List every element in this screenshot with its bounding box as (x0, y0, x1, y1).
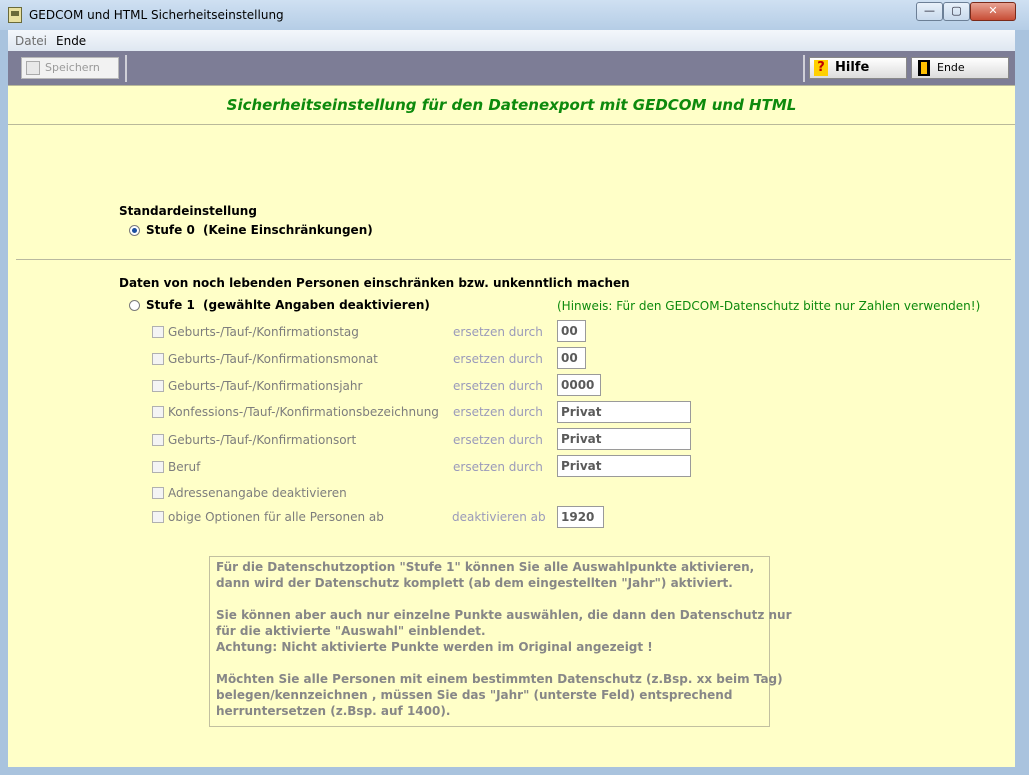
divider (16, 259, 1011, 260)
option-action: deaktivieren ab (452, 510, 546, 524)
page-title: Sicherheitseinstellung für den Datenexpo… (226, 96, 797, 114)
help-button[interactable]: ? Hilfe (809, 57, 907, 79)
help-button-label: Hilfe (835, 60, 870, 75)
option-label: Geburts-/Tauf-/Konfirmationsjahr (168, 379, 363, 393)
gedcom-hint: (Hinweis: Für den GEDCOM-Datenschutz bit… (557, 299, 981, 313)
option-action: ersetzen durch (453, 352, 543, 366)
exit-button[interactable]: Ende (911, 57, 1009, 79)
option-value-input[interactable]: 00 (557, 320, 586, 342)
option-label: obige Optionen für alle Personen ab (168, 510, 384, 524)
option-checkbox[interactable] (152, 511, 164, 523)
menu-ende[interactable]: Ende (56, 34, 86, 48)
option-action: ersetzen durch (453, 405, 543, 419)
app-icon (8, 7, 22, 23)
toolbar-separator (125, 55, 127, 82)
window-bottom-border (8, 767, 1015, 775)
info-line: Möchten Sie alle Personen mit einem best… (216, 672, 783, 686)
option-label: Beruf (168, 460, 201, 474)
close-button[interactable]: ✕ (970, 2, 1016, 21)
option-checkbox[interactable] (152, 406, 164, 418)
option-checkbox[interactable] (152, 380, 164, 392)
option-label: Geburts-/Tauf-/Konfirmationstag (168, 325, 359, 339)
option-value-input[interactable]: 1920 (557, 506, 604, 528)
exit-door-icon (918, 60, 930, 76)
toolbar-separator (803, 55, 805, 82)
option-action: ersetzen durch (453, 460, 543, 474)
option-label: Geburts-/Tauf-/Konfirmationsort (168, 433, 357, 447)
option-action: ersetzen durch (453, 379, 543, 393)
restrict-heading: Daten von noch lebenden Personen einschr… (119, 276, 630, 290)
stufe0-label[interactable]: Stufe 0 (146, 223, 195, 237)
stufe1-label[interactable]: Stufe 1 (146, 298, 195, 312)
stufe1-radio[interactable] (129, 300, 140, 311)
info-line: Sie können aber auch nur einzelne Punkte… (216, 608, 792, 622)
option-label: Adressenangabe deaktivieren (168, 486, 347, 500)
minimize-button[interactable]: — (916, 2, 943, 21)
help-icon: ? (814, 60, 828, 76)
standard-heading: Standardeinstellung (119, 204, 257, 218)
option-value-input[interactable]: Privat (557, 401, 691, 423)
menu-bar (8, 30, 1015, 51)
stufe1-description: (gewählte Angaben deaktivieren) (203, 298, 430, 312)
option-label: Konfessions-/Tauf-/Konfirmationsbezeichn… (168, 405, 439, 419)
info-line: herruntersetzen (z.Bsp. auf 1400). (216, 704, 451, 718)
save-button[interactable]: Speichern (21, 57, 119, 79)
info-line: Für die Datenschutzoption "Stufe 1" könn… (216, 560, 755, 574)
option-value-input[interactable]: Privat (557, 428, 691, 450)
info-line: belegen/kennzeichnen , müssen Sie das "J… (216, 688, 733, 702)
option-action: ersetzen durch (453, 433, 543, 447)
option-checkbox[interactable] (152, 353, 164, 365)
menu-datei[interactable]: Datei (15, 34, 47, 48)
exit-button-label: Ende (937, 61, 965, 74)
info-line: dann wird der Datenschutz komplett (ab d… (216, 576, 733, 590)
option-label: Geburts-/Tauf-/Konfirmationsmonat (168, 352, 378, 366)
option-checkbox[interactable] (152, 326, 164, 338)
maximize-button[interactable]: ▢ (943, 2, 970, 21)
option-value-input[interactable]: Privat (557, 455, 691, 477)
option-checkbox[interactable] (152, 487, 164, 499)
save-button-label: Speichern (45, 61, 100, 74)
save-icon (26, 61, 40, 75)
stufe0-radio[interactable] (129, 225, 140, 236)
info-line: für die aktivierte "Auswahl" einblendet. (216, 624, 486, 638)
option-value-input[interactable]: 00 (557, 347, 586, 369)
window-title: GEDCOM und HTML Sicherheitseinstellung (29, 8, 284, 22)
option-action: ersetzen durch (453, 325, 543, 339)
info-line: Achtung: Nicht aktivierte Punkte werden … (216, 640, 653, 654)
option-checkbox[interactable] (152, 434, 164, 446)
stufe0-description: (Keine Einschränkungen) (203, 223, 373, 237)
option-value-input[interactable]: 0000 (557, 374, 601, 396)
option-checkbox[interactable] (152, 461, 164, 473)
